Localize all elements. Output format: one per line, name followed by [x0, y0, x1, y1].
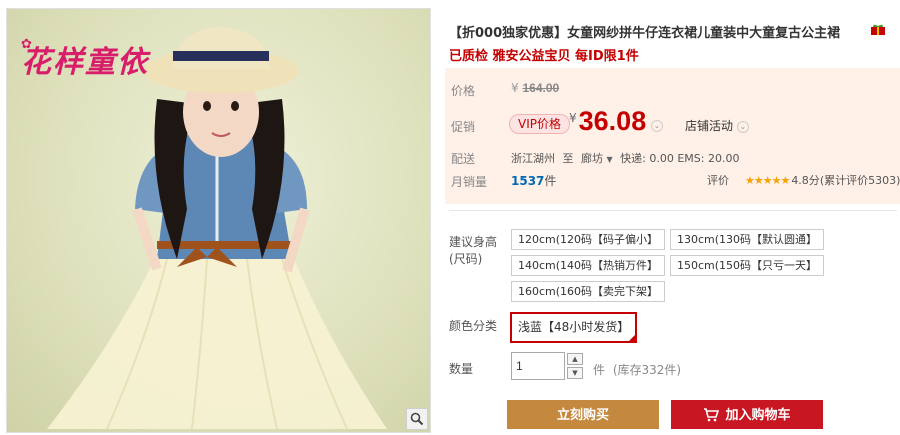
gift-icon [871, 24, 885, 35]
star-rating-icon: ★★★★★ [745, 174, 790, 187]
rating-summary: 评价 ★★★★★ 4.8分(累计评价5303) [707, 172, 900, 188]
sales-label: 月销量 [451, 175, 488, 189]
quantity-increase-button[interactable]: ▲ [567, 353, 583, 365]
size-option[interactable]: 140cm(140码【热销万件】 [511, 255, 666, 276]
product-title: 【折000独家优惠】女童网纱拼牛仔连衣裙儿童装中大童复古公主裙 [449, 26, 841, 41]
original-price: ¥ 164.00 [511, 81, 559, 95]
ship-from: 浙江湖州 [511, 152, 555, 165]
price-label: 价格 [451, 84, 476, 98]
promo-label: 促销 [451, 120, 476, 134]
selected-check-icon [628, 334, 637, 342]
shipping-info: 浙江湖州 至 廊坊 ▼ 快递: 0.00 EMS: 20.00 [511, 150, 739, 166]
add-to-cart-button[interactable]: 加入购物车 [671, 400, 823, 429]
quantity-input[interactable] [511, 352, 565, 380]
add-to-cart-label: 加入购物车 [725, 407, 791, 422]
size-option[interactable]: 150cm(150码【只亏一天】 [670, 255, 825, 276]
currency-symbol: ¥ [569, 111, 577, 125]
size-option[interactable]: 130cm(130码【默认圆通】 [670, 229, 825, 250]
quantity-decrease-button[interactable]: ▼ [567, 367, 583, 379]
rating-score: 4.8分 [791, 174, 820, 187]
shop-activity-label: 店铺活动 [685, 119, 734, 133]
express-fee: 快递: 0.00 EMS: 20.00 [620, 152, 740, 165]
quantity-label: 数量 [449, 362, 474, 376]
cart-icon [704, 408, 720, 422]
price-box: 价格 ¥ 164.00 促销 VIP价格 ¥36.08 ⌄ 店铺活动 ⌄ 配送 … [445, 68, 900, 204]
quantity-unit: 件 [593, 363, 606, 377]
chevron-down-icon: ⌄ [736, 120, 749, 133]
buy-now-button[interactable]: 立刻购买 [507, 400, 659, 429]
stock-info: 件 (库存332件) [593, 361, 681, 378]
brand-logo: 花样童依 [21, 45, 149, 80]
zoom-icon[interactable] [406, 408, 428, 430]
product-image[interactable]: ✿ 花样童依 [6, 8, 431, 433]
color-label: 颜色分类 [449, 319, 498, 333]
color-option-selected[interactable]: 浅蓝【48小时发货】 [510, 312, 638, 343]
caret-down-icon: ▼ [606, 155, 613, 164]
product-info-panel: 【折000独家优惠】女童网纱拼牛仔连衣裙儿童装中大童复古公主裙 已质检 雅安公益… [445, 0, 900, 435]
rating-label: 评价 [707, 174, 729, 187]
ship-to-word: 至 [562, 152, 574, 165]
currency-symbol: ¥ [511, 81, 519, 95]
review-count-link[interactable]: (累计评价5303) [820, 174, 900, 187]
vip-price-tag: VIP价格 [509, 114, 570, 134]
chevron-down-icon[interactable]: ⌄ [651, 120, 663, 132]
ship-to-city: 廊坊 [581, 152, 603, 165]
size-label: 建议身高(尺码) [449, 235, 498, 266]
divider [449, 210, 897, 211]
monthly-sales: 1537件 [511, 172, 556, 189]
promo-price: ¥36.08 [569, 106, 646, 137]
size-option[interactable]: 160cm(160码【卖完下架】 [511, 281, 666, 302]
ship-to-location[interactable]: 廊坊 ▼ [581, 152, 613, 165]
promo-price-value: 36.08 [578, 106, 647, 136]
sales-unit: 件 [544, 174, 557, 188]
color-option-label: 浅蓝【48小时发货】 [518, 320, 630, 334]
original-price-value: 164.00 [522, 81, 560, 95]
shop-activity-dropdown[interactable]: 店铺活动 ⌄ [685, 117, 749, 134]
sales-count-value: 1537 [511, 174, 545, 188]
shipping-label: 配送 [451, 152, 476, 166]
stock-count: (库存332件) [612, 363, 682, 377]
size-option[interactable]: 120cm(120码【码子偏小】 [511, 229, 666, 250]
product-subtitle: 已质检 雅安公益宝贝 每ID限1件 [449, 49, 639, 64]
